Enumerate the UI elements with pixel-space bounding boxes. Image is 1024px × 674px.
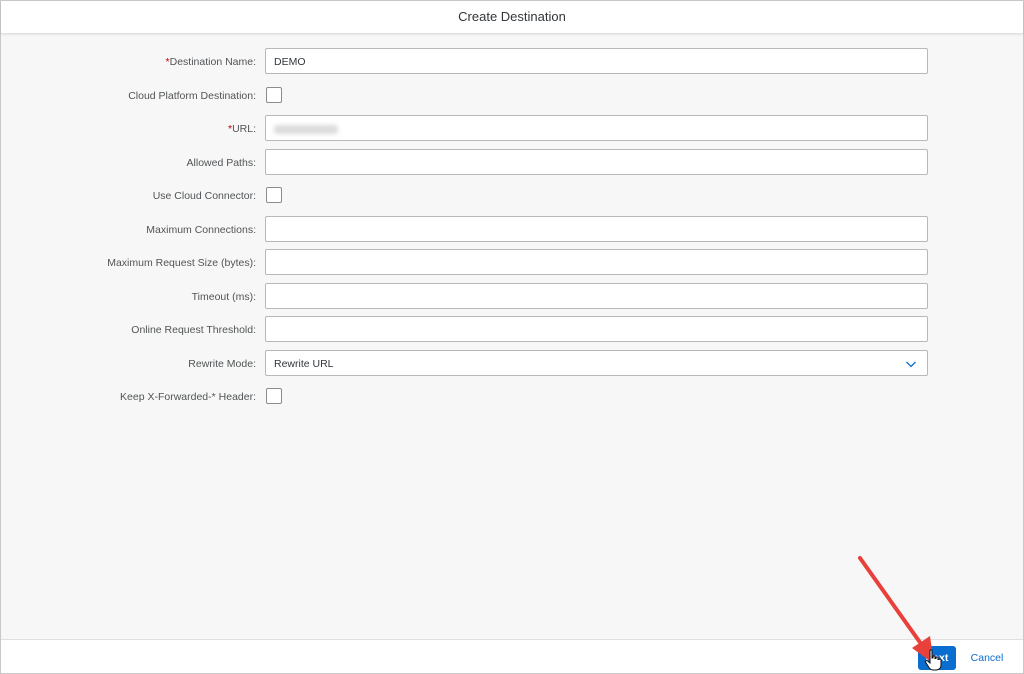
max-request-size-label: Maximum Request Size (bytes): bbox=[107, 257, 256, 269]
redacted-url-value bbox=[274, 124, 338, 134]
destination-name-label: *Destination Name: bbox=[166, 48, 256, 76]
chevron-down-icon[interactable] bbox=[905, 358, 917, 370]
use-cloud-connector-checkbox[interactable] bbox=[266, 187, 282, 203]
cloud-platform-destination-row: Cloud Platform Destination: bbox=[1, 82, 1023, 110]
url-row: *URL: bbox=[1, 115, 1023, 143]
destination-name-label-text: Destination Name: bbox=[169, 56, 256, 68]
rewrite-mode-row: Rewrite Mode: Rewrite URL bbox=[1, 350, 1023, 378]
rewrite-mode-label: Rewrite Mode: bbox=[188, 358, 256, 370]
url-label: *URL: bbox=[228, 115, 256, 143]
max-connections-label: Maximum Connections: bbox=[146, 224, 256, 236]
max-request-size-input[interactable] bbox=[265, 249, 928, 275]
rewrite-mode-value: Rewrite URL bbox=[274, 358, 334, 370]
keep-x-forwarded-header-checkbox[interactable] bbox=[266, 388, 282, 404]
allowed-paths-row: Allowed Paths: bbox=[1, 149, 1023, 177]
timeout-row: Timeout (ms): bbox=[1, 283, 1023, 311]
destination-name-row: *Destination Name: DEMO bbox=[1, 48, 1023, 76]
cloud-platform-destination-checkbox[interactable] bbox=[266, 87, 282, 103]
keep-x-forwarded-header-row: Keep X-Forwarded-* Header: bbox=[1, 383, 1023, 411]
max-connections-row: Maximum Connections: bbox=[1, 216, 1023, 244]
keep-x-forwarded-header-label: Keep X-Forwarded-* Header: bbox=[120, 391, 256, 403]
use-cloud-connector-row: Use Cloud Connector: bbox=[1, 182, 1023, 210]
max-connections-input[interactable] bbox=[265, 216, 928, 242]
url-label-text: URL: bbox=[232, 123, 256, 135]
cancel-button[interactable]: Cancel bbox=[963, 646, 1011, 670]
url-input[interactable] bbox=[265, 115, 928, 141]
destination-name-input[interactable]: DEMO bbox=[265, 48, 928, 74]
timeout-input[interactable] bbox=[265, 283, 928, 309]
online-request-threshold-input[interactable] bbox=[265, 316, 928, 342]
rewrite-mode-select[interactable]: Rewrite URL bbox=[265, 350, 928, 376]
dialog-footer: Next Cancel bbox=[1, 639, 1023, 673]
dialog-title: Create Destination bbox=[1, 1, 1023, 34]
next-button[interactable]: Next bbox=[918, 646, 956, 670]
max-request-size-row: Maximum Request Size (bytes): bbox=[1, 249, 1023, 277]
allowed-paths-input[interactable] bbox=[265, 149, 928, 175]
online-request-threshold-row: Online Request Threshold: bbox=[1, 316, 1023, 344]
online-request-threshold-label: Online Request Threshold: bbox=[131, 324, 256, 336]
timeout-label: Timeout (ms): bbox=[191, 291, 256, 303]
allowed-paths-label: Allowed Paths: bbox=[186, 157, 256, 169]
create-destination-dialog: Create Destination *Destination Name: DE… bbox=[0, 0, 1024, 674]
cloud-platform-destination-label: Cloud Platform Destination: bbox=[128, 90, 256, 102]
use-cloud-connector-label: Use Cloud Connector: bbox=[152, 190, 256, 202]
